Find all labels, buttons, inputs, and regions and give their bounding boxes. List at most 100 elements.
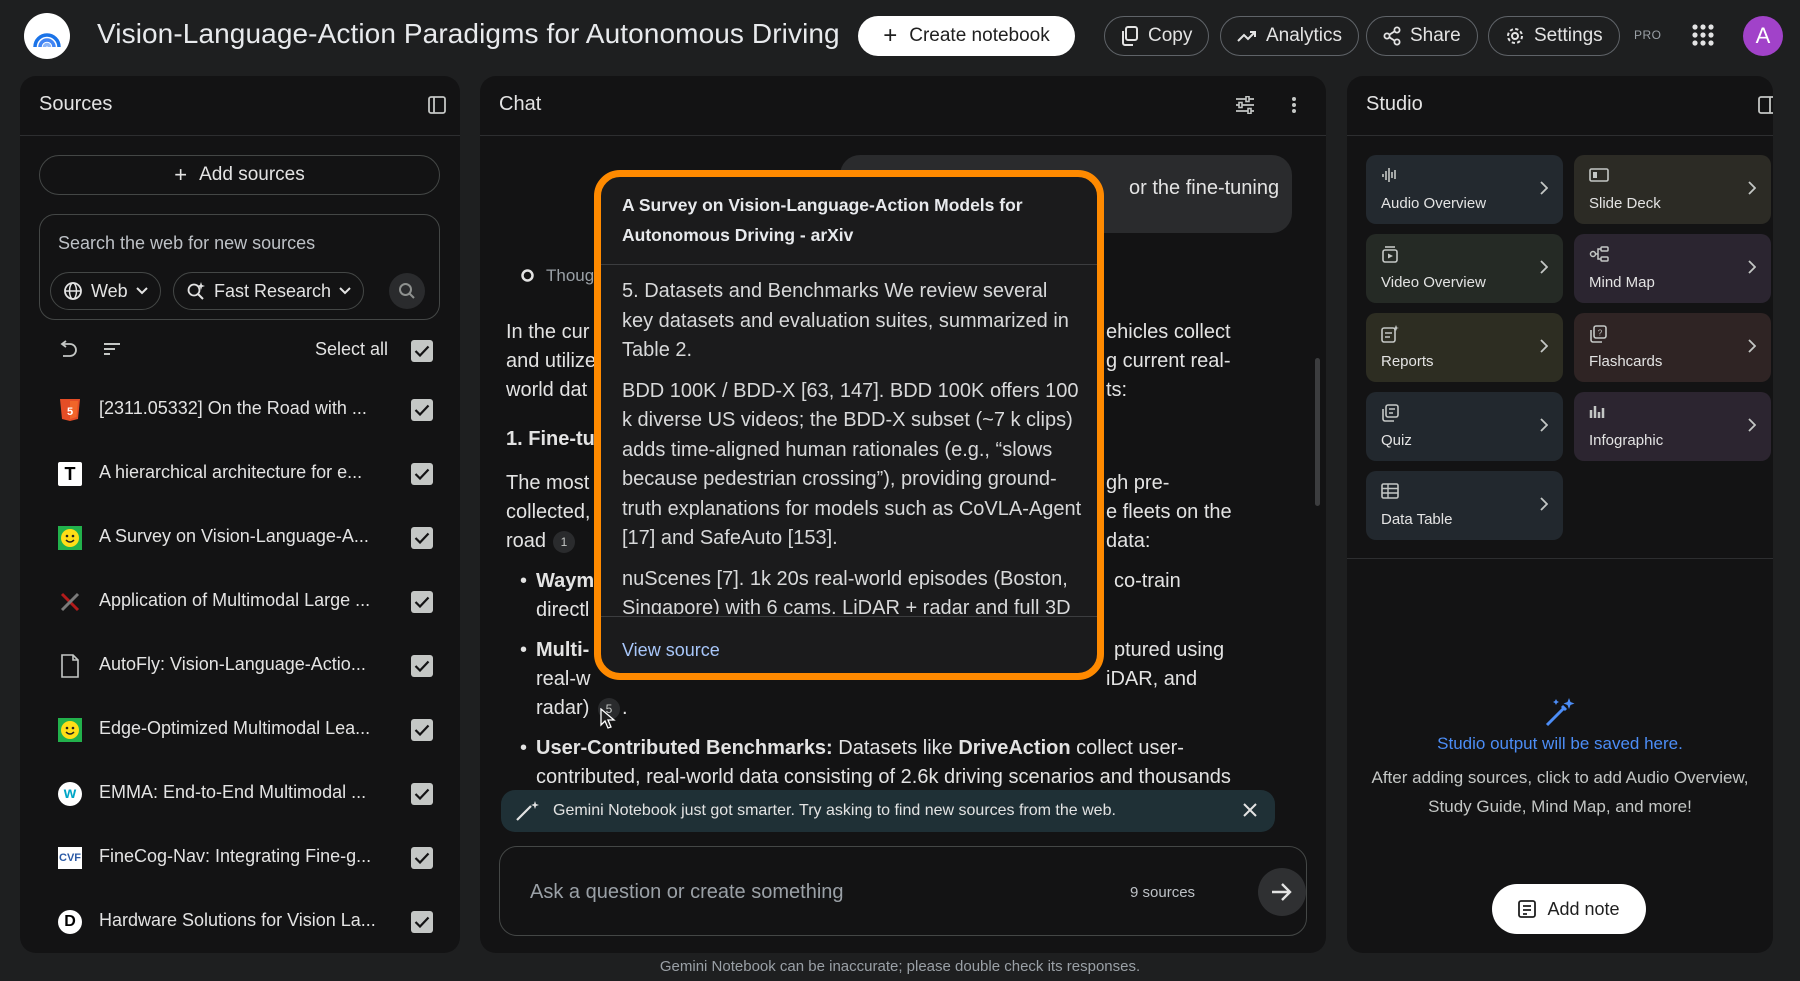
svg-text:5: 5 [67, 406, 73, 418]
research-mode-dropdown[interactable]: Fast Research [173, 272, 365, 310]
source-checkbox[interactable] [411, 399, 433, 421]
apps-grid-icon[interactable] [1692, 24, 1714, 46]
share-button[interactable]: Share [1366, 16, 1478, 56]
divider [1347, 135, 1773, 136]
excerpt-paragraph: 5. Datasets and Benchmarks We review sev… [622, 280, 1069, 361]
studio-tile-quiz[interactable]: Quiz [1366, 392, 1563, 461]
close-icon[interactable] [1243, 803, 1257, 817]
studio-tile-mind-map[interactable]: Mind Map [1574, 234, 1771, 303]
view-source-link[interactable]: View source [622, 640, 720, 661]
source-checkbox[interactable] [411, 463, 433, 485]
source-checkbox[interactable] [411, 527, 433, 549]
studio-tile-slide-deck[interactable]: Slide Deck [1574, 155, 1771, 224]
source-list-item[interactable]: CVF FineCog-Nav: Integrating Fine-g... [20, 826, 460, 890]
add-note-button[interactable]: Add note [1492, 884, 1646, 934]
source-title: A Survey on Vision-Language-A... [99, 526, 369, 546]
create-notebook-button[interactable]: + Create notebook [858, 16, 1075, 56]
notice-banner: Gemini Notebook just got smarter. Try as… [501, 790, 1275, 832]
thoughts-toggle[interactable]: Thoug [546, 261, 594, 290]
response-text: collect user- [1070, 737, 1184, 759]
tile-label: Data Table [1381, 511, 1453, 528]
thought-bullet-icon [521, 269, 534, 282]
divider [601, 264, 1097, 265]
plus-icon: + [883, 22, 898, 49]
mind-map-icon [1589, 246, 1609, 262]
citation-chip[interactable]: 1 [553, 531, 575, 553]
smiley-icon [58, 718, 82, 742]
chevron-right-icon [1748, 181, 1756, 195]
empty-state-title: Studio output will be saved here. [1437, 734, 1683, 753]
studio-tile-video-overview[interactable]: Video Overview [1366, 234, 1563, 303]
web-source-dropdown[interactable]: Web [50, 272, 161, 310]
studio-tile-infographic[interactable]: Infographic [1574, 392, 1771, 461]
checkmark-icon [414, 532, 430, 544]
search-input[interactable]: Search the web for new sources [58, 233, 315, 254]
source-checkbox[interactable] [411, 911, 433, 933]
reports-icon [1381, 325, 1399, 343]
source-checkbox[interactable] [411, 783, 433, 805]
select-all-checkbox[interactable] [411, 340, 433, 362]
notebook-title[interactable]: Vision-Language-Action Paradigms for Aut… [97, 18, 840, 50]
checkmark-icon [414, 852, 430, 864]
arrow-right-icon [1272, 883, 1292, 901]
source-checkbox[interactable] [411, 655, 433, 677]
source-checkbox[interactable] [411, 847, 433, 869]
collapse-panel-icon[interactable] [1758, 96, 1773, 114]
add-sources-button[interactable]: + Add sources [39, 155, 440, 195]
response-text: ts: [1106, 379, 1128, 401]
notice-text: Gemini Notebook just got smarter. Try as… [553, 802, 1116, 819]
response-text: radar) [536, 697, 590, 719]
tile-label: Video Overview [1381, 274, 1486, 291]
studio-tile-reports[interactable]: Reports [1366, 313, 1563, 382]
source-list-item[interactable]: AutoFly: Vision-Language-Actio... [20, 634, 460, 698]
checkmark-icon [414, 596, 430, 608]
chat-settings-icon[interactable] [1235, 96, 1255, 114]
account-avatar[interactable]: A [1743, 16, 1783, 56]
flashcards-icon: ? [1589, 325, 1607, 343]
response-text: The most [506, 472, 590, 494]
source-list-item[interactable]: Edge-Optimized Multimodal Lea... [20, 698, 460, 762]
chevron-right-icon [1748, 260, 1756, 274]
notebook-logo[interactable] [24, 13, 70, 59]
source-title: AutoFly: Vision-Language-Actio... [99, 654, 366, 674]
letter-t-icon: T [58, 462, 82, 486]
studio-tile-data-table[interactable]: Data Table [1366, 471, 1563, 540]
chat-scrollbar[interactable] [1315, 358, 1320, 506]
popover-excerpt[interactable]: 5. Datasets and Benchmarks We review sev… [622, 277, 1082, 614]
response-text: collected, [506, 501, 591, 523]
studio-tile-flashcards[interactable]: ? Flashcards [1574, 313, 1771, 382]
slides-icon [1589, 167, 1609, 183]
source-title: FineCog-Nav: Integrating Fine-g... [99, 846, 372, 866]
collapse-panel-icon[interactable] [428, 96, 446, 114]
document-icon [58, 654, 82, 678]
select-all-label[interactable]: Select all [315, 339, 388, 360]
source-title: A hierarchical architecture for e... [99, 462, 363, 482]
settings-button[interactable]: Settings [1488, 16, 1620, 56]
source-list-item[interactable]: Application of Multimodal Large ... [20, 570, 460, 634]
sort-filter-icon[interactable] [103, 342, 121, 356]
more-vert-icon[interactable] [1291, 96, 1297, 114]
analytics-button[interactable]: Analytics [1220, 16, 1360, 56]
source-checkbox[interactable] [411, 591, 433, 613]
search-icon [399, 283, 415, 299]
source-checkbox[interactable] [411, 719, 433, 741]
send-button[interactable] [1258, 868, 1306, 916]
source-list-item[interactable]: A Survey on Vision-Language-A... [20, 506, 460, 570]
chat-input[interactable]: Ask a question or create something [530, 881, 844, 904]
tile-label: Slide Deck [1589, 195, 1661, 212]
checkmark-icon [414, 916, 430, 928]
search-submit-button[interactable] [389, 273, 425, 309]
trending-up-icon [1237, 31, 1256, 42]
response-text: road [506, 530, 547, 552]
studio-tile-audio-overview[interactable]: Audio Overview [1366, 155, 1563, 224]
source-list-item[interactable]: w EMMA: End-to-End Multimodal ... [20, 762, 460, 826]
magic-wand-icon [516, 801, 539, 821]
source-list-item[interactable]: 5 [2311.05332] On the Road with ... [20, 378, 460, 442]
undo-icon[interactable] [58, 340, 78, 358]
checkmark-icon [414, 345, 430, 357]
source-list-item[interactable]: D Hardware Solutions for Vision La... [20, 890, 460, 953]
response-text: In the cur [506, 321, 590, 343]
response-text: g current real- [1106, 350, 1231, 372]
source-list-item[interactable]: T A hierarchical architecture for e... [20, 442, 460, 506]
copy-button[interactable]: Copy [1104, 16, 1210, 56]
